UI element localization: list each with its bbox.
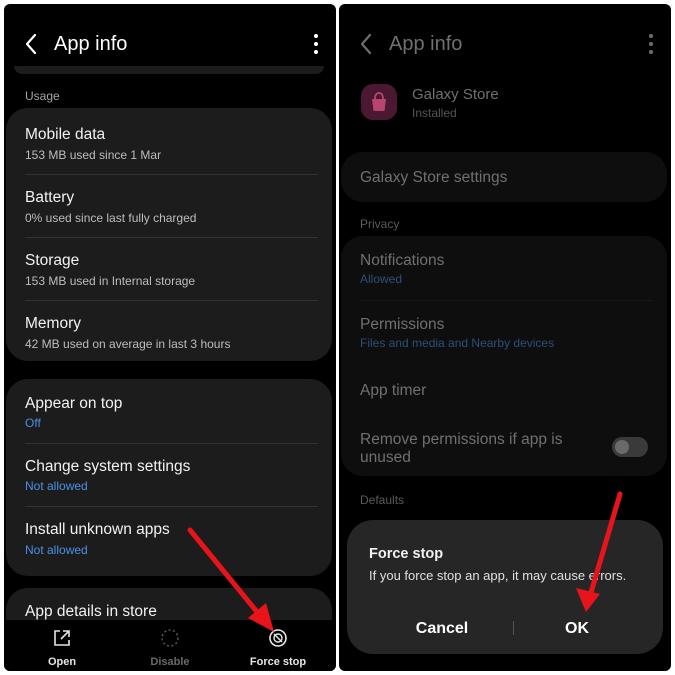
appear-on-top-item[interactable]: Appear on top Off <box>6 379 332 442</box>
item-subtitle: 153 MB used since 1 Mar <box>25 148 162 162</box>
item-title: App details in store <box>25 603 157 620</box>
change-system-settings-item[interactable]: Change system settings Not allowed <box>6 443 332 506</box>
page-title: App info <box>54 33 128 55</box>
item-title: Change system settings <box>25 458 191 475</box>
dialog-message: If you force stop an app, it may cause e… <box>369 568 627 583</box>
right-screen: App info Galaxy Store Installed Galaxy S… <box>339 4 671 671</box>
bottom-action-bar: Open Disable Force stop <box>4 620 336 671</box>
install-unknown-apps-item[interactable]: Install unknown apps Not allowed <box>6 506 332 569</box>
more-options-icon[interactable] <box>312 32 320 56</box>
item-status: Not allowed <box>25 479 88 493</box>
item-subtitle: 153 MB used in Internal storage <box>25 274 196 288</box>
left-screen: App info Usage Mobile data 153 MB used s… <box>4 4 336 671</box>
force-stop-icon <box>269 629 287 647</box>
page-title: App info <box>389 33 463 55</box>
open-external-icon <box>54 630 70 646</box>
app-timer-title: App timer <box>360 382 427 399</box>
item-title: Install unknown apps <box>25 521 170 538</box>
dialog-title: Force stop <box>369 546 444 562</box>
app-status: Installed <box>412 106 457 120</box>
permissions-status: Files and media and Nearby devices <box>360 336 555 350</box>
storage-item[interactable]: Storage 153 MB used in Internal storage <box>6 237 332 300</box>
more-options-icon <box>649 34 653 54</box>
app-name: Galaxy Store <box>412 86 499 103</box>
settings-card: Galaxy Store settings <box>341 152 667 202</box>
privacy-section-label: Privacy <box>360 217 400 231</box>
battery-item[interactable]: Battery 0% used since last fully charged <box>6 174 332 237</box>
usage-card: Mobile data 153 MB used since 1 Mar Batt… <box>6 108 332 361</box>
item-subtitle: 0% used since last fully charged <box>25 211 197 225</box>
memory-item[interactable]: Memory 42 MB used on average in last 3 h… <box>6 300 332 361</box>
usage-section-label: Usage <box>25 89 60 103</box>
app-bar: App info <box>4 24 336 64</box>
item-title: Appear on top <box>25 395 123 412</box>
divider <box>360 300 653 301</box>
remove-permissions-toggle <box>612 437 648 457</box>
back-arrow-icon[interactable] <box>20 30 44 58</box>
notifications-title: Notifications <box>360 252 445 269</box>
open-button[interactable]: Open <box>12 620 112 671</box>
item-title: Battery <box>25 189 75 206</box>
mobile-data-item[interactable]: Mobile data 153 MB used since 1 Mar <box>6 108 332 171</box>
galaxy-store-app-icon <box>361 84 397 120</box>
defaults-section-label: Defaults <box>360 493 405 507</box>
item-title: Mobile data <box>25 126 106 143</box>
permissions-title: Permissions <box>360 316 445 333</box>
back-arrow-icon <box>360 33 372 55</box>
toggle-knob <box>615 440 629 454</box>
force-stop-label: Force stop <box>249 656 307 668</box>
disable-icon <box>161 629 179 647</box>
app-bar: App info <box>339 24 671 64</box>
item-title: Storage <box>25 252 80 269</box>
disable-button[interactable]: Disable <box>120 620 220 671</box>
galaxy-store-settings-item: Galaxy Store settings <box>360 169 508 186</box>
force-stop-dialog: Force stop If you force stop an app, it … <box>347 520 663 654</box>
permissions-card: Appear on top Off Change system settings… <box>6 379 332 576</box>
disable-label: Disable <box>150 656 190 668</box>
item-title: Memory <box>25 315 81 332</box>
item-status: Not allowed <box>25 543 88 557</box>
force-stop-button[interactable]: Force stop <box>228 620 328 671</box>
notifications-status: Allowed <box>360 272 403 286</box>
open-label: Open <box>47 656 77 668</box>
item-subtitle: 42 MB used on average in last 3 hours <box>25 337 231 351</box>
cancel-button[interactable]: Cancel <box>377 616 507 642</box>
top-card-edge <box>14 66 324 74</box>
remove-permissions-title: Remove permissions if app is unused <box>360 431 563 466</box>
item-status: Off <box>25 416 41 430</box>
ok-button[interactable]: OK <box>512 616 642 642</box>
